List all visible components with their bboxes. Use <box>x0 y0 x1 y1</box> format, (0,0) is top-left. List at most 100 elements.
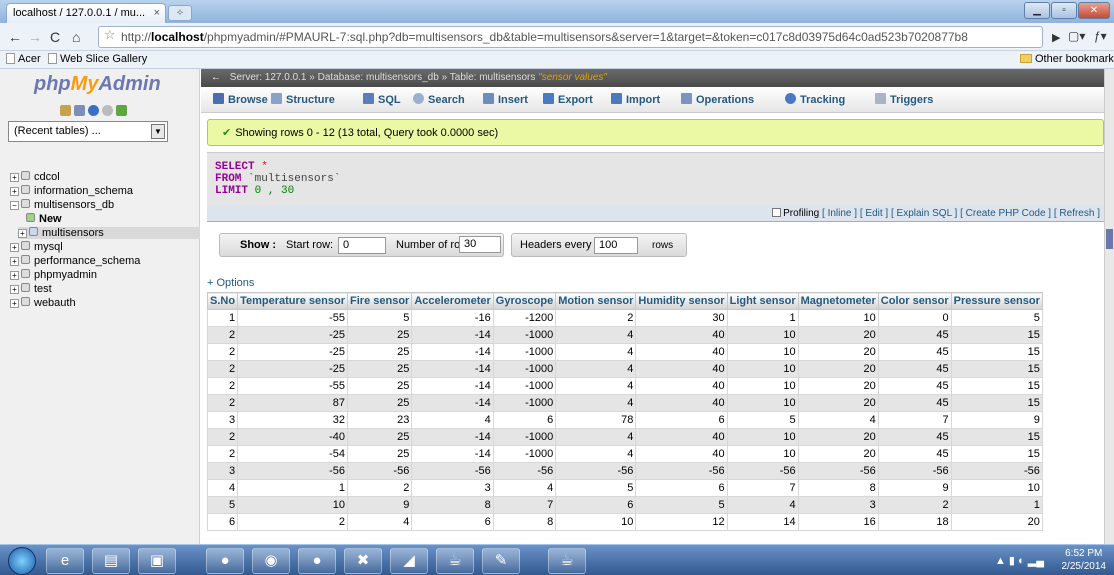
table-cell[interactable]: 5 <box>206 496 239 514</box>
expand-icon[interactable]: + <box>10 173 19 182</box>
table-cell[interactable]: 4 <box>797 411 879 429</box>
reload-nav-icon[interactable] <box>116 105 127 116</box>
table-cell[interactable]: 8 <box>797 479 879 497</box>
firefox-icon[interactable]: ● <box>206 548 244 574</box>
table-cell[interactable]: 2 <box>206 394 239 412</box>
table-row[interactable]: 2 87 25 -14 -1000 4 40 10 20 45 15 <box>206 394 1043 412</box>
table-cell[interactable]: 25 <box>347 377 413 395</box>
table-cell[interactable]: 25 <box>347 445 413 463</box>
inline-link[interactable]: [ Inline ] <box>822 208 857 219</box>
tab-export[interactable]: Export <box>543 93 593 106</box>
table-cell[interactable]: 8 <box>492 513 557 531</box>
collapse-icon[interactable]: − <box>10 201 19 210</box>
xampp-icon[interactable]: ✖ <box>344 548 382 574</box>
tree-item-information-schema[interactable]: + information_schema <box>10 185 133 197</box>
table-cell[interactable]: 1 <box>726 309 799 327</box>
table-cell[interactable]: -56 <box>492 462 557 480</box>
table-cell[interactable]: 10 <box>726 445 799 463</box>
tab-search[interactable]: Search <box>413 93 465 106</box>
table-cell[interactable]: 3 <box>797 496 879 514</box>
table-cell[interactable]: -40 <box>237 428 349 446</box>
app-globe-icon[interactable]: ● <box>298 548 336 574</box>
table-cell[interactable]: 40 <box>635 343 728 361</box>
table-row[interactable]: 2 -25 25 -14 -1000 4 40 10 20 45 15 <box>206 326 1043 344</box>
tree-item-test[interactable]: + test <box>10 283 52 295</box>
table-cell[interactable]: -56 <box>555 462 637 480</box>
table-cell[interactable]: -56 <box>726 462 799 480</box>
table-cell[interactable]: 15 <box>950 394 1043 412</box>
table-cell[interactable]: 2 <box>206 428 239 446</box>
column-header[interactable]: Color sensor <box>877 292 952 310</box>
help-icon[interactable] <box>88 105 99 116</box>
tab-structure[interactable]: Structure <box>271 93 335 106</box>
table-cell[interactable]: 3 <box>206 462 239 480</box>
tree-item-performance-schema[interactable]: + performance_schema <box>10 255 140 267</box>
table-cell[interactable]: -16 <box>411 309 494 327</box>
table-cell[interactable]: -56 <box>797 462 879 480</box>
table-cell[interactable]: 4 <box>206 479 239 497</box>
tab-insert[interactable]: Insert <box>483 93 528 106</box>
tree-item-cdcol[interactable]: + cdcol <box>10 171 60 183</box>
java-app-icon[interactable]: ☕ <box>548 548 586 574</box>
table-cell[interactable]: 45 <box>877 445 952 463</box>
expand-icon[interactable]: + <box>18 229 27 238</box>
tree-item-phpmyadmin[interactable]: + phpmyadmin <box>10 269 97 281</box>
table-cell[interactable]: 10 <box>797 309 879 327</box>
table-cell[interactable]: 1 <box>206 309 239 327</box>
table-cell[interactable]: 5 <box>726 411 799 429</box>
expand-icon[interactable]: + <box>10 257 19 266</box>
new-tab-button[interactable]: ⟡ <box>168 5 192 21</box>
table-cell[interactable]: 10 <box>726 428 799 446</box>
breadcrumb-table[interactable]: Table: multisensors <box>450 72 536 83</box>
table-cell[interactable]: -1200 <box>492 309 557 327</box>
table-cell[interactable]: -14 <box>411 377 494 395</box>
table-cell[interactable]: -1000 <box>492 428 557 446</box>
paint-icon[interactable]: ✎ <box>482 548 520 574</box>
expand-icon[interactable]: + <box>10 243 19 252</box>
table-cell[interactable]: -14 <box>411 394 494 412</box>
table-row[interactable]: 3 32 23 4 6 78 6 5 4 7 9 <box>206 411 1043 429</box>
table-cell[interactable]: 15 <box>950 377 1043 395</box>
expand-icon[interactable]: + <box>10 299 19 308</box>
table-cell[interactable]: -56 <box>411 462 494 480</box>
table-cell[interactable]: 87 <box>237 394 349 412</box>
home-icon[interactable]: ⌂ <box>72 29 80 45</box>
table-cell[interactable]: 2 <box>206 360 239 378</box>
table-cell[interactable]: 4 <box>555 326 637 344</box>
table-cell[interactable]: 14 <box>726 513 799 531</box>
table-cell[interactable]: 2 <box>206 343 239 361</box>
table-cell[interactable]: 25 <box>347 360 413 378</box>
table-row[interactable]: 6 2 4 6 8 10 12 14 16 18 20 <box>206 513 1043 531</box>
table-cell[interactable]: 32 <box>237 411 349 429</box>
scrollbar-thumb[interactable] <box>1106 229 1113 249</box>
table-cell[interactable]: 2 <box>877 496 952 514</box>
column-header[interactable]: Motion sensor <box>555 292 637 310</box>
column-header[interactable]: Magnetometer <box>797 292 879 310</box>
table-cell[interactable]: 10 <box>237 496 349 514</box>
tab-sql[interactable]: SQL <box>363 93 401 106</box>
table-cell[interactable]: 3 <box>411 479 494 497</box>
table-cell[interactable]: 9 <box>347 496 413 514</box>
num-rows-input[interactable]: 30 <box>459 236 501 253</box>
table-cell[interactable]: 4 <box>555 445 637 463</box>
ie-icon[interactable]: e <box>46 548 84 574</box>
table-cell[interactable]: 40 <box>635 428 728 446</box>
table-cell[interactable]: -14 <box>411 445 494 463</box>
table-cell[interactable]: 4 <box>492 479 557 497</box>
table-cell[interactable]: 25 <box>347 428 413 446</box>
exit-icon[interactable] <box>74 105 85 116</box>
table-cell[interactable]: 7 <box>492 496 557 514</box>
page-action-icon[interactable]: ▶ <box>1052 31 1060 44</box>
table-cell[interactable]: 45 <box>877 428 952 446</box>
table-cell[interactable]: -56 <box>347 462 413 480</box>
editor-icon[interactable]: ◢ <box>390 548 428 574</box>
table-cell[interactable]: 23 <box>347 411 413 429</box>
docs-icon[interactable] <box>102 105 113 116</box>
forward-arrow-icon[interactable]: → <box>28 29 42 45</box>
table-cell[interactable]: 7 <box>726 479 799 497</box>
table-cell[interactable]: 45 <box>877 326 952 344</box>
column-header[interactable]: Light sensor <box>726 292 799 310</box>
close-window-button[interactable]: ✕ <box>1078 2 1110 19</box>
table-cell[interactable]: 40 <box>635 377 728 395</box>
table-cell[interactable]: -54 <box>237 445 349 463</box>
